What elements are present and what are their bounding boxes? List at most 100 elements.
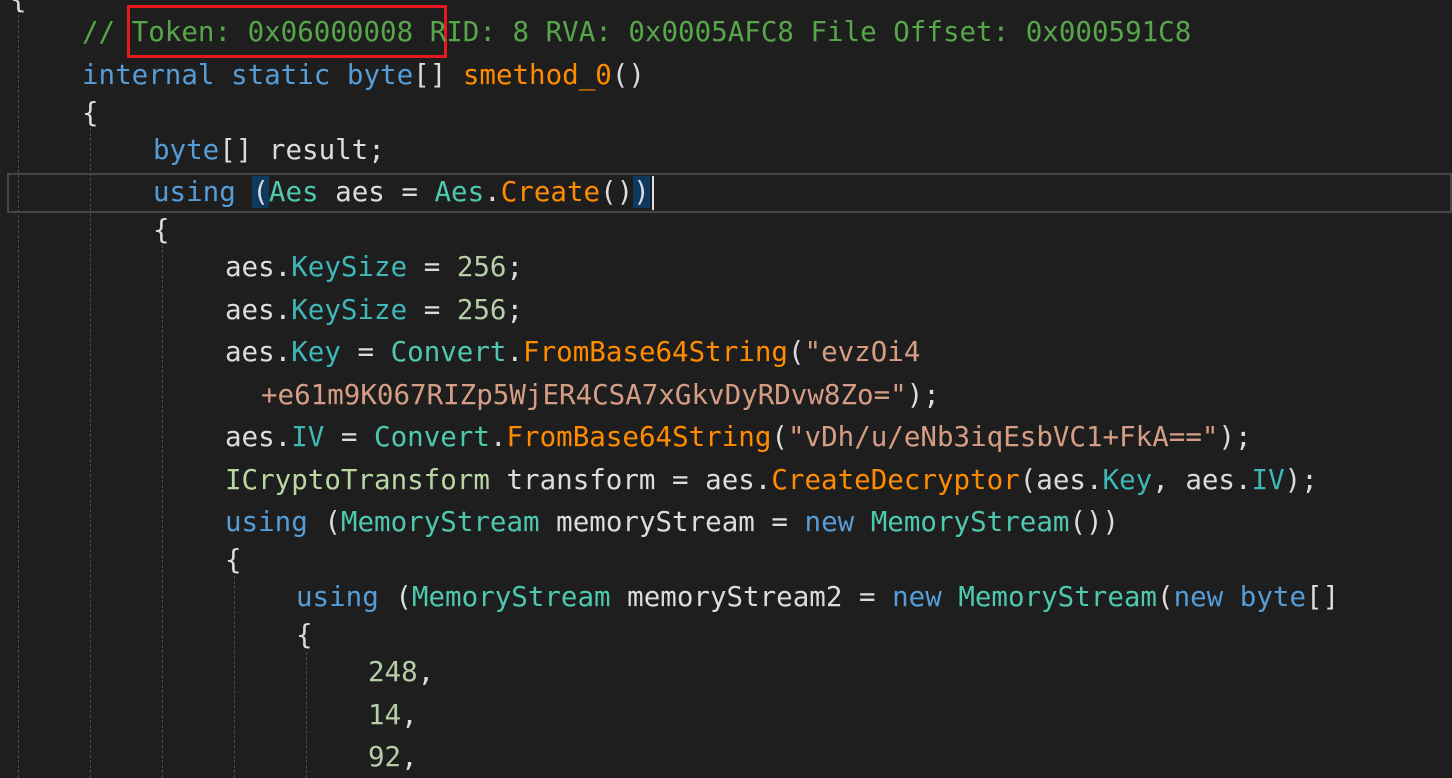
- keyword: new: [804, 506, 855, 538]
- identifier: aes: [225, 421, 275, 453]
- punctuation: ,: [401, 741, 418, 773]
- identifier: aes: [225, 294, 275, 326]
- type-name: MemoryStream: [411, 581, 611, 613]
- string-literal: +e61m9K067RIZp5WjER4CSA7xGkvDyRDvw8Zo=": [261, 379, 907, 411]
- punctuation: (: [1157, 581, 1174, 613]
- punctuation: (: [378, 581, 412, 613]
- punctuation: .: [506, 336, 524, 368]
- type-name: Convert: [374, 421, 490, 453]
- punctuation: (): [611, 59, 645, 91]
- punctuation: (: [771, 421, 788, 453]
- identifier: (aes.: [1019, 464, 1103, 496]
- method-name: FromBase64String: [523, 336, 788, 368]
- punctuation: ()): [1069, 506, 1120, 538]
- keyword: new: [892, 581, 942, 613]
- type-name: Aes: [268, 176, 319, 208]
- brace: {: [296, 619, 313, 651]
- punctuation: .: [274, 251, 292, 283]
- keyword: byte: [346, 59, 414, 91]
- property: IV: [1251, 464, 1285, 496]
- code-line-aes-iv[interactable]: aes.IV = Convert.FromBase64String("vDh/u…: [0, 416, 1452, 458]
- code-line[interactable]: aes.KeySize = 256;: [0, 289, 1452, 331]
- identifier: , aes.: [1152, 464, 1252, 496]
- punctuation: .: [489, 421, 507, 453]
- code-line-token-comment[interactable]: // Token: 0x06000008 RID: 8 RVA: 0x0005A…: [0, 11, 1452, 53]
- identifier: aes =: [318, 176, 435, 208]
- brace: {: [82, 97, 99, 129]
- code-line-decryptor[interactable]: ICryptoTransform transform = aes.CreateD…: [0, 459, 1452, 501]
- matched-paren: ): [633, 176, 650, 208]
- method-name: smethod_0: [462, 59, 612, 91]
- code-line[interactable]: byte[] result;: [0, 129, 1452, 171]
- identifier: transform = aes.: [489, 464, 772, 496]
- number-literal: 14: [368, 699, 402, 731]
- punctuation: );: [1284, 464, 1318, 496]
- code-line-using-memorystream[interactable]: using (MemoryStream memoryStream = new M…: [0, 501, 1452, 543]
- type-name: MemoryStream: [340, 506, 540, 538]
- code-line[interactable]: {: [0, 209, 1452, 251]
- code-line[interactable]: 92,: [0, 736, 1452, 778]
- type-name: MemoryStream: [870, 506, 1070, 538]
- code-line-key-continued[interactable]: +e61m9K067RIZp5WjER4CSA7xGkvDyRDvw8Zo=")…: [0, 374, 1452, 416]
- code-line-aes-key[interactable]: aes.Key = Convert.FromBase64String("evzO…: [0, 331, 1452, 373]
- code-editor[interactable]: { // Token: 0x06000008 RID: 8 RVA: 0x000…: [0, 0, 1452, 778]
- keyword: internal: [82, 59, 215, 91]
- punctuation: .: [274, 294, 292, 326]
- brace: {: [153, 214, 170, 246]
- string-literal: "evzOi4: [804, 336, 921, 368]
- punctuation: ,: [417, 656, 435, 688]
- punctuation: []: [413, 59, 463, 91]
- property: KeySize: [291, 294, 408, 326]
- identifier: [] result;: [219, 134, 385, 166]
- method-name: Create: [500, 176, 601, 208]
- method-name: CreateDecryptor: [771, 464, 1020, 496]
- punctuation: );: [906, 379, 940, 411]
- property: Key: [291, 336, 341, 368]
- punctuation: (: [787, 336, 805, 368]
- code-line[interactable]: aes.KeySize = 256;: [0, 246, 1452, 288]
- number-literal: 92: [368, 741, 402, 773]
- keyword: using: [296, 581, 379, 613]
- code-line[interactable]: {: [0, 539, 1452, 581]
- string-literal: "vDh/u/eNb3iqEsbVC1+FkA==": [787, 421, 1219, 453]
- punctuation: .: [484, 176, 501, 208]
- punctuation: (: [307, 506, 341, 538]
- punctuation: ;: [506, 294, 524, 326]
- code-line[interactable]: 14,: [0, 694, 1452, 736]
- keyword: new: [1173, 581, 1224, 613]
- number-literal: 248: [368, 656, 418, 688]
- identifier: memoryStream =: [539, 506, 805, 538]
- punctuation: (): [600, 176, 634, 208]
- text-caret: [651, 176, 654, 210]
- keyword: byte: [153, 134, 220, 166]
- code-line[interactable]: {: [0, 92, 1452, 134]
- number-literal: 256: [456, 294, 507, 326]
- keyword: byte: [1239, 581, 1307, 613]
- punctuation: =: [340, 336, 391, 368]
- code-line-using-aes[interactable]: using (Aes aes = Aes.Create()): [0, 171, 1452, 213]
- code-line-method-signature[interactable]: internal static byte[] smethod_0(): [0, 54, 1452, 96]
- property: KeySize: [291, 251, 408, 283]
- number-literal: 256: [456, 251, 507, 283]
- punctuation: .: [274, 421, 292, 453]
- keyword: using: [153, 176, 236, 208]
- punctuation: =: [407, 294, 457, 326]
- punctuation: []: [1306, 581, 1340, 613]
- code-line-using-memorystream2[interactable]: using (MemoryStream memoryStream2 = new …: [0, 576, 1452, 618]
- type-name: MemoryStream: [958, 581, 1157, 613]
- keyword: using: [225, 506, 308, 538]
- punctuation: ;: [506, 251, 524, 283]
- punctuation: ,: [401, 699, 418, 731]
- property: Key: [1102, 464, 1153, 496]
- type-name: Aes: [434, 176, 485, 208]
- interface-name: ICryptoTransform: [225, 464, 490, 496]
- token-text: Token: 0x06000008: [131, 16, 414, 48]
- identifier: aes: [225, 251, 275, 283]
- type-name: Convert: [390, 336, 507, 368]
- code-line[interactable]: {: [0, 614, 1452, 656]
- comment-prefix: //: [82, 16, 132, 48]
- identifier: aes: [225, 336, 275, 368]
- code-line[interactable]: 248,: [0, 651, 1452, 693]
